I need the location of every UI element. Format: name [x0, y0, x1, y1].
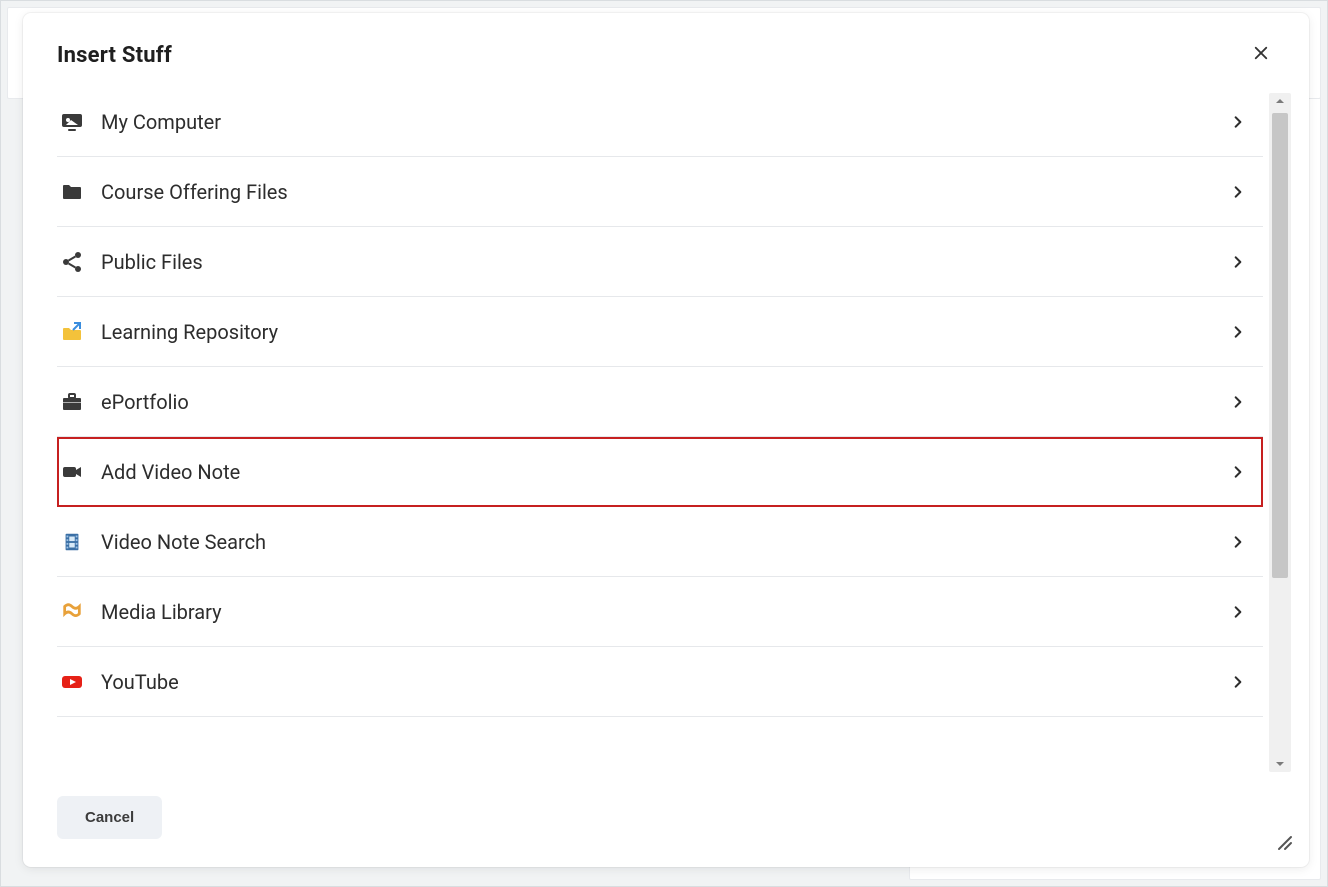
close-button[interactable] [1247, 41, 1275, 69]
source-item-add-video-note[interactable]: Add Video Note [57, 437, 1263, 507]
source-item-label: YouTube [101, 670, 1227, 694]
source-item-media-library[interactable]: Media Library [57, 577, 1263, 647]
insert-stuff-dialog: Insert Stuff [23, 13, 1309, 867]
dialog-body: My Computer Course Offering Files [23, 87, 1309, 778]
close-icon [1252, 44, 1270, 66]
source-item-label: Add Video Note [101, 460, 1227, 484]
chevron-right-icon [1227, 461, 1249, 483]
folder-icon [59, 179, 85, 205]
source-item-label: ePortfolio [101, 390, 1227, 414]
scrollbar[interactable] [1269, 93, 1291, 772]
source-item-public-files[interactable]: Public Files [57, 227, 1263, 297]
film-strip-icon [59, 529, 85, 555]
scroll-down-arrow-icon[interactable] [1269, 756, 1291, 772]
chevron-right-icon [1227, 391, 1249, 413]
chevron-right-icon [1227, 251, 1249, 273]
scrollbar-thumb[interactable] [1272, 113, 1288, 578]
repository-icon [59, 319, 85, 345]
resize-grip-icon[interactable] [1273, 831, 1293, 851]
source-item-label: Learning Repository [101, 320, 1227, 344]
briefcase-icon [59, 389, 85, 415]
source-item-label: Course Offering Files [101, 180, 1227, 204]
dialog-footer: Cancel [23, 778, 1309, 867]
source-item-eportfolio[interactable]: ePortfolio [57, 367, 1263, 437]
video-camera-icon [59, 459, 85, 485]
youtube-icon [59, 669, 85, 695]
source-item-label: Media Library [101, 600, 1227, 624]
chevron-right-icon [1227, 531, 1249, 553]
source-item-learning-repository[interactable]: Learning Repository [57, 297, 1263, 367]
chevron-right-icon [1227, 671, 1249, 693]
source-item-course-offering-files[interactable]: Course Offering Files [57, 157, 1263, 227]
media-icon [59, 599, 85, 625]
dialog-title: Insert Stuff [57, 43, 172, 68]
chevron-right-icon [1227, 181, 1249, 203]
cancel-button[interactable]: Cancel [57, 796, 162, 839]
source-item-label: Video Note Search [101, 530, 1227, 554]
scroll-up-arrow-icon[interactable] [1269, 93, 1291, 109]
source-item-label: My Computer [101, 110, 1227, 134]
chevron-right-icon [1227, 111, 1249, 133]
share-icon [59, 249, 85, 275]
source-item-label: Public Files [101, 250, 1227, 274]
source-item-video-note-search[interactable]: Video Note Search [57, 507, 1263, 577]
chevron-right-icon [1227, 601, 1249, 623]
source-item-youtube[interactable]: YouTube [57, 647, 1263, 717]
computer-icon [59, 109, 85, 135]
source-item-my-computer[interactable]: My Computer [57, 87, 1263, 157]
page-backdrop: Insert Stuff [0, 0, 1328, 887]
chevron-right-icon [1227, 321, 1249, 343]
source-list-pane: My Computer Course Offering Files [57, 87, 1269, 778]
dialog-header: Insert Stuff [23, 13, 1309, 87]
source-list: My Computer Course Offering Files [57, 87, 1263, 717]
